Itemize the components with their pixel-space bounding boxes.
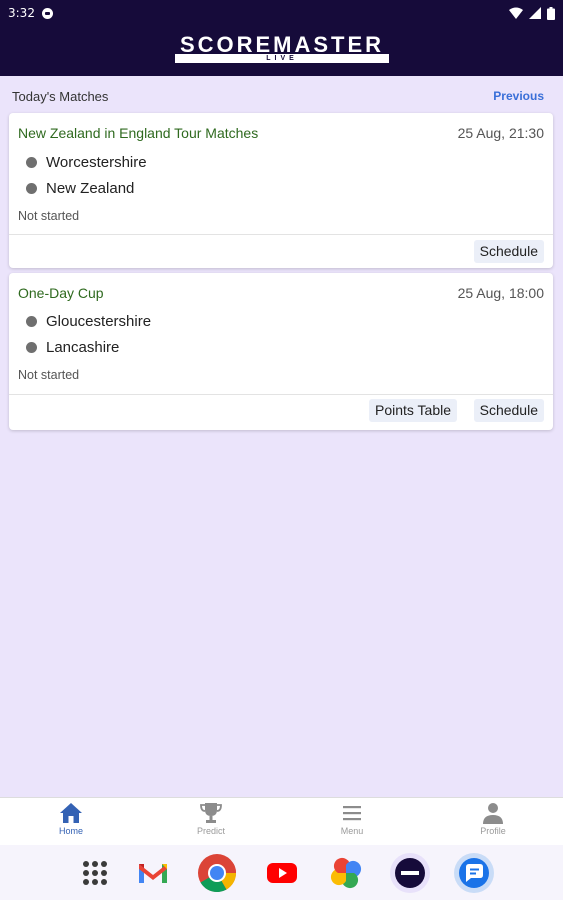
scoremaster-logo: SCOREMASTER LIVE: [175, 34, 389, 64]
chrome-icon[interactable]: [196, 852, 238, 894]
logo-text: SCOREMASTER: [179, 32, 385, 57]
photos-icon[interactable]: [325, 852, 367, 894]
system-dock: [0, 845, 563, 900]
card-divider: [9, 394, 553, 395]
nav-label: Home: [58, 826, 83, 836]
profile-icon: [483, 803, 503, 824]
app-header: SCOREMASTER LIVE: [0, 26, 563, 76]
messages-icon[interactable]: [453, 852, 495, 894]
bottom-nav: Home Predict Menu Profile: [0, 797, 563, 845]
nav-label: Menu: [340, 826, 364, 836]
team-dot-icon: [26, 341, 37, 353]
match-header: New Zealand in England Tour Matches 25 A…: [18, 123, 544, 143]
match-datetime: 25 Aug, 18:00: [457, 285, 544, 301]
match-datetime: 25 Aug, 21:30: [457, 125, 544, 141]
gmail-icon[interactable]: [132, 852, 174, 894]
team-name: Worcestershire: [46, 153, 147, 171]
team-name: New Zealand: [46, 179, 135, 197]
team-row: Gloucestershire: [26, 311, 151, 331]
app-icon[interactable]: [389, 852, 431, 894]
app-drawer-icon[interactable]: [74, 852, 116, 894]
battery-icon: [547, 6, 555, 20]
notification-icon: [41, 7, 53, 19]
home-icon: [60, 803, 82, 823]
section-title: Today's Matches: [12, 88, 109, 104]
team-row: New Zealand: [26, 178, 134, 198]
status-bar: 3:32: [0, 0, 563, 26]
schedule-button[interactable]: Schedule: [473, 399, 544, 422]
team-name: Gloucestershire: [46, 312, 152, 330]
nav-item-profile[interactable]: Profile: [453, 798, 533, 846]
trophy-icon: [200, 803, 222, 823]
status-time: 3:32: [8, 6, 35, 20]
match-card[interactable]: One-Day Cup 25 Aug, 18:00 Gloucestershir…: [9, 273, 553, 430]
team-dot-icon: [26, 315, 37, 327]
card-divider: [9, 234, 553, 235]
match-status: Not started: [18, 209, 80, 223]
signal-icon: [529, 7, 541, 19]
menu-icon: [343, 806, 361, 821]
nav-item-home[interactable]: Home: [31, 798, 111, 846]
points-table-button[interactable]: Points Table: [368, 399, 457, 422]
team-dot-icon: [26, 182, 37, 194]
youtube-icon[interactable]: [261, 852, 303, 894]
nav-item-predict[interactable]: Predict: [171, 798, 251, 846]
schedule-button[interactable]: Schedule: [473, 240, 544, 263]
match-status: Not started: [18, 368, 80, 382]
match-card[interactable]: New Zealand in England Tour Matches 25 A…: [9, 113, 553, 268]
nav-item-menu[interactable]: Menu: [312, 798, 392, 846]
nav-label: Profile: [480, 826, 506, 836]
team-dot-icon: [26, 156, 37, 168]
series-name: New Zealand in England Tour Matches: [18, 125, 259, 141]
logo-sub: LIVE: [175, 54, 389, 63]
previous-link[interactable]: Previous: [493, 89, 544, 103]
team-name: Lancashire: [46, 338, 120, 356]
wifi-icon: [509, 7, 523, 19]
nav-label: Predict: [196, 826, 225, 836]
team-row: Worcestershire: [26, 152, 147, 172]
series-name: One-Day Cup: [18, 285, 104, 301]
match-header: One-Day Cup 25 Aug, 18:00: [18, 283, 544, 303]
team-row: Lancashire: [26, 337, 119, 357]
section-header: Today's Matches Previous: [12, 86, 544, 106]
